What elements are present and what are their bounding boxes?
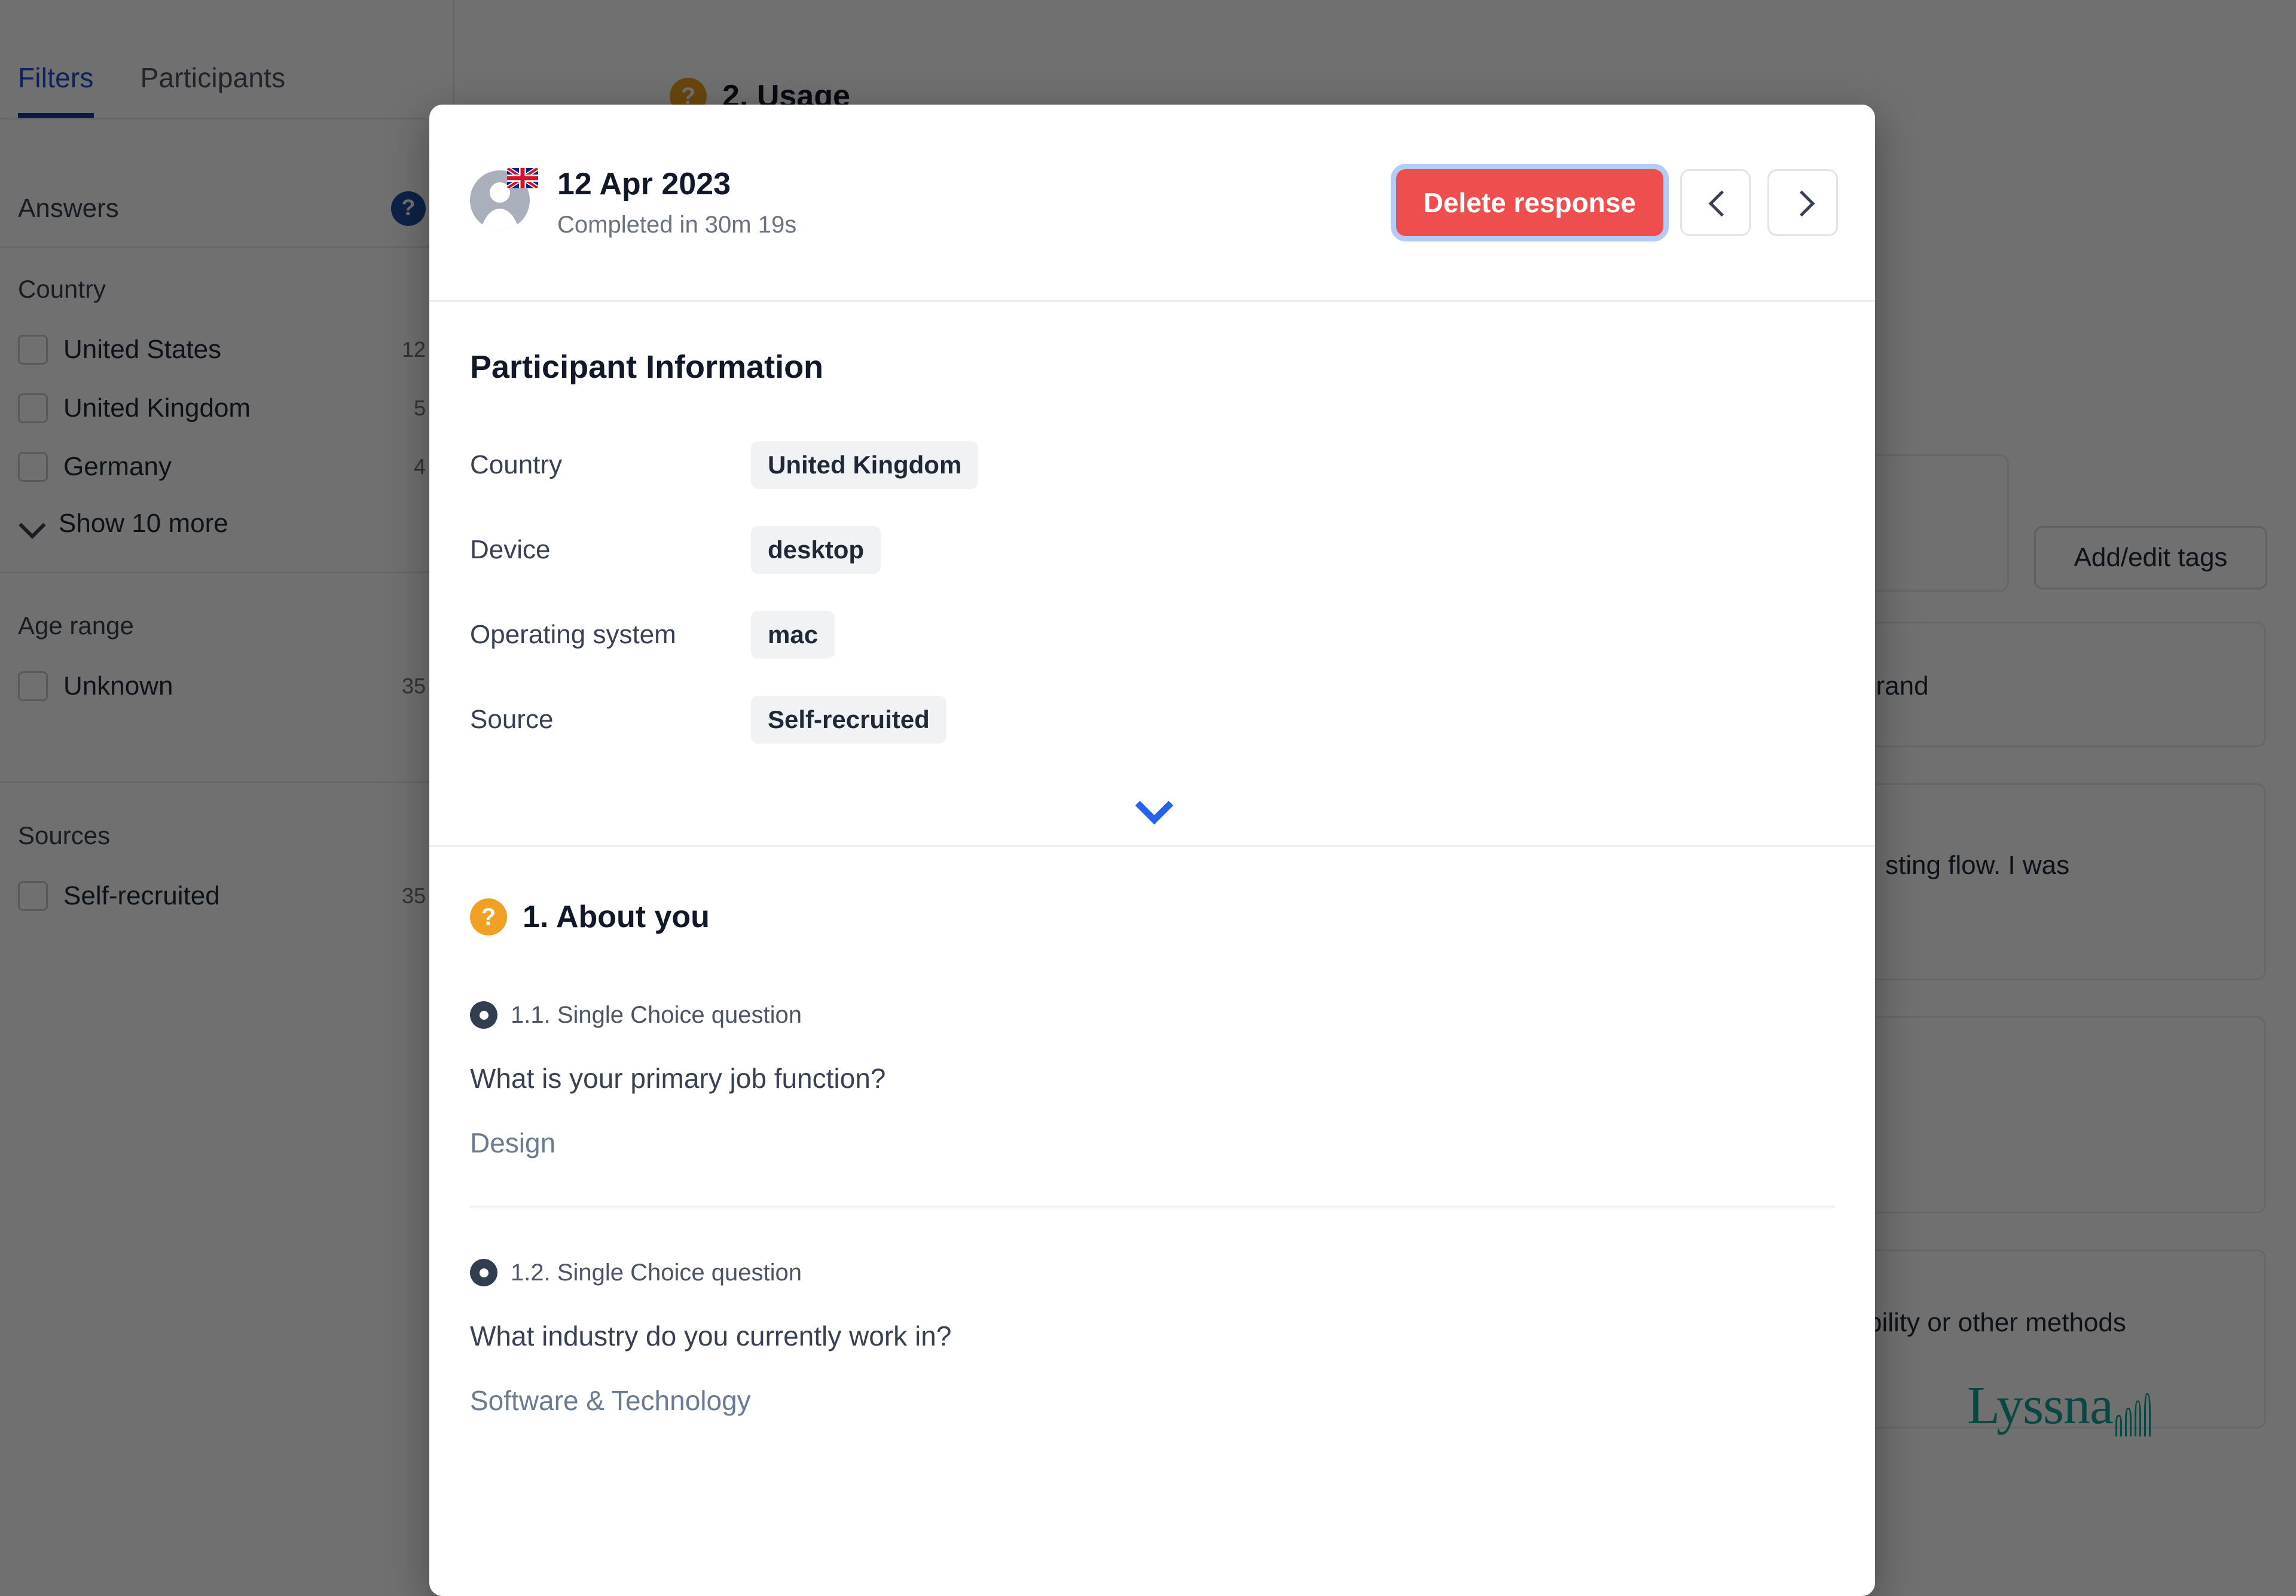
previous-response-button[interactable]: [1680, 169, 1751, 236]
modal-header-text: 12 Apr 2023 Completed in 30m 19s: [557, 166, 796, 239]
participant-info-row: Operating system mac: [470, 592, 1834, 677]
chevron-down-icon[interactable]: [1133, 791, 1171, 817]
question-type-label: 1.1. Single Choice question: [511, 1001, 802, 1028]
modal-header-actions: Delete response: [1396, 169, 1838, 236]
participant-info-label: Operating system: [470, 620, 676, 649]
question-answer: Software & Technology: [470, 1385, 751, 1416]
radio-button-icon: [470, 1259, 497, 1286]
participant-info-row: Country United Kingdom: [470, 423, 1834, 507]
question-item: 1.2. Single Choice question What industr…: [470, 1259, 1834, 1463]
question-header: 1.2. Single Choice question: [470, 1259, 1834, 1286]
participant-info-label: Device: [470, 535, 551, 564]
participant-info-label: Country: [470, 450, 563, 479]
participant-info-row: Source Self-recruited: [470, 677, 1834, 762]
participant-information-section: Participant Information Country United K…: [429, 302, 1875, 762]
delete-response-button[interactable]: Delete response: [1396, 169, 1663, 236]
modal-header: 12 Apr 2023 Completed in 30m 19s Delete …: [429, 105, 1875, 302]
chevron-right-icon: [1793, 192, 1813, 213]
response-date: 12 Apr 2023: [557, 167, 731, 201]
question-group: ? 1. About you 1.1. Single Choice questi…: [429, 847, 1875, 1463]
question-type-label: 1.2. Single Choice question: [511, 1259, 802, 1286]
participant-info-row: Device desktop: [470, 507, 1834, 592]
question-text: What industry do you currently work in?: [470, 1320, 952, 1352]
next-response-button[interactable]: [1767, 169, 1838, 236]
participant-info-value: mac: [751, 611, 835, 659]
uk-flag-icon: [507, 167, 538, 188]
response-detail-modal: 12 Apr 2023 Completed in 30m 19s Delete …: [429, 105, 1875, 1596]
page-root: Filters Participants Answers ? Country U…: [0, 0, 2296, 1596]
question-mark-badge-icon: ?: [470, 898, 507, 935]
question-answer: Design: [470, 1127, 556, 1158]
question-header: 1.1. Single Choice question: [470, 1001, 1834, 1029]
radio-button-icon: [470, 1001, 497, 1029]
avatar: [470, 167, 538, 235]
question-item: 1.1. Single Choice question What is your…: [470, 1001, 1834, 1207]
question-group-label: 1. About you: [523, 900, 710, 934]
question-group-title: ? 1. About you: [470, 898, 1834, 935]
participant-info-value: United Kingdom: [751, 441, 979, 489]
chevron-left-icon: [1705, 192, 1726, 213]
question-text: What is your primary job function?: [470, 1063, 886, 1094]
expand-participant-info-row: [429, 775, 1875, 847]
response-duration: Completed in 30m 19s: [557, 212, 797, 238]
participant-info-value: desktop: [751, 526, 881, 574]
participant-information-title: Participant Information: [470, 349, 824, 385]
participant-info-value: Self-recruited: [751, 696, 947, 744]
participant-info-label: Source: [470, 705, 554, 734]
